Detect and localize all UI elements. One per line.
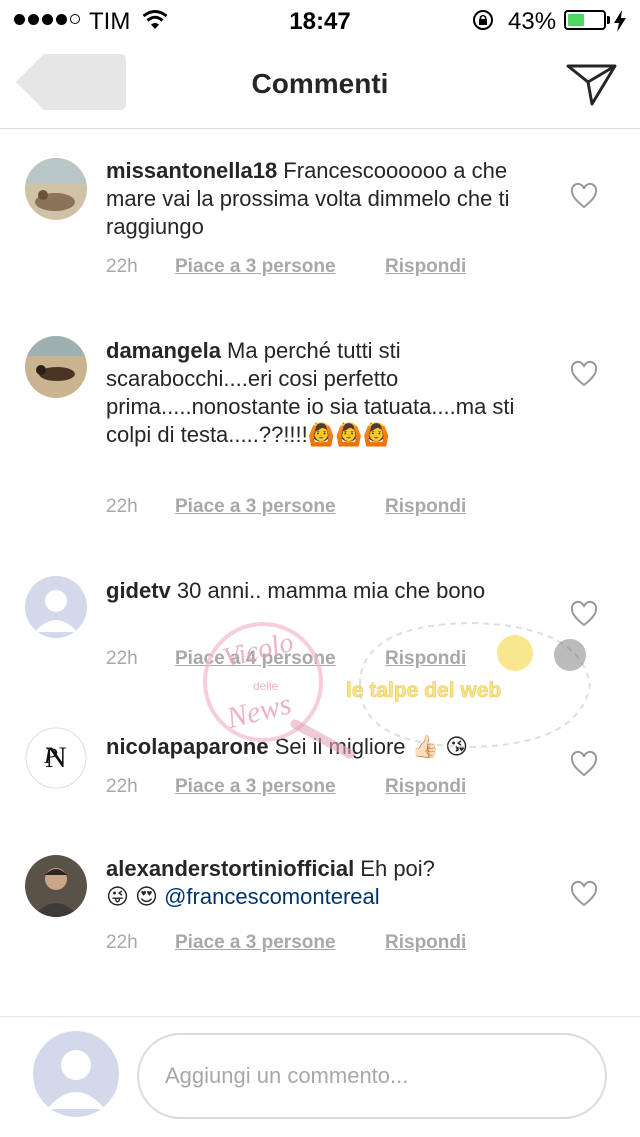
- charging-bolt-icon: [614, 10, 626, 32]
- avatar[interactable]: [25, 158, 87, 220]
- avatar[interactable]: [25, 855, 87, 917]
- comment-body: Eh poi?: [354, 856, 435, 881]
- comment-text: damangela Ma perché tutti sti scarabocch…: [106, 337, 536, 449]
- comment-input[interactable]: [163, 1035, 587, 1117]
- heart-icon[interactable]: [570, 751, 598, 777]
- user-avatar: [33, 1031, 119, 1117]
- reply-button[interactable]: Rispondi: [385, 648, 466, 670]
- comment-likes-link[interactable]: Piace a 4 persone: [175, 648, 385, 670]
- comment-body: 30 anni.. mamma mia che bono: [170, 578, 486, 603]
- heart-icon[interactable]: [570, 601, 598, 627]
- comment-time: 22h: [106, 256, 138, 277]
- comment-item: damangela Ma perché tutti sti scarabocch…: [0, 335, 640, 535]
- watermark-text-right: le talpe del web: [346, 679, 501, 702]
- comment-emoji: 😜 😍: [106, 884, 165, 909]
- comment-item: gidetv 30 anni.. mamma mia che bono 22h …: [0, 575, 640, 675]
- reply-button[interactable]: Rispondi: [385, 256, 466, 278]
- comment-time: 22h: [106, 932, 138, 953]
- comment-meta: 22h Piace a 3 persone Rispondi: [106, 776, 466, 798]
- comment-username[interactable]: alexanderstortiniofficial: [106, 856, 354, 881]
- comment-likes-link[interactable]: Piace a 3 persone: [175, 776, 385, 798]
- comment-item: alexanderstortiniofficial Eh poi? 😜 😍 @f…: [0, 855, 640, 985]
- comment-item: N P nicolapaparone Sei il migliore 👍🏻 😘 …: [0, 727, 640, 817]
- comment-username[interactable]: damangela: [106, 338, 221, 363]
- comment-time: 22h: [106, 648, 138, 669]
- status-bar: TIM 18:47 43%: [0, 0, 640, 40]
- comment-likes-link[interactable]: Piace a 3 persone: [175, 496, 385, 518]
- avatar[interactable]: N P: [25, 727, 87, 789]
- comment-meta: 22h Piace a 3 persone Rispondi: [106, 256, 466, 278]
- heart-icon[interactable]: [570, 183, 598, 209]
- reply-button[interactable]: Rispondi: [385, 776, 466, 798]
- comment-meta: 22h Piace a 3 persone Rispondi: [106, 932, 466, 954]
- orientation-lock-icon: [473, 10, 493, 30]
- heart-icon[interactable]: [570, 881, 598, 907]
- comment-text: alexanderstortiniofficial Eh poi? 😜 😍 @f…: [106, 855, 536, 911]
- comment-item: missantonella18 Francescoooooo a che mar…: [0, 155, 640, 305]
- avatar[interactable]: [25, 576, 87, 638]
- comment-time: 22h: [106, 496, 138, 517]
- comment-username[interactable]: gidetv: [106, 578, 171, 603]
- battery-icon: [564, 10, 606, 30]
- send-icon[interactable]: [566, 62, 618, 108]
- battery-percent: 43%: [508, 8, 557, 35]
- nav-bar: Commenti: [0, 40, 640, 129]
- comment-username[interactable]: missantonella18: [106, 158, 277, 183]
- reply-button[interactable]: Rispondi: [385, 496, 466, 518]
- comment-text: missantonella18 Francescoooooo a che mar…: [106, 157, 536, 241]
- page-title: Commenti: [251, 68, 389, 99]
- comment-text: gidetv 30 anni.. mamma mia che bono: [106, 577, 536, 605]
- comment-likes-link[interactable]: Piace a 3 persone: [175, 256, 385, 278]
- battery-tip: [607, 16, 610, 24]
- comment-text: nicolapaparone Sei il migliore 👍🏻 😘: [106, 733, 536, 761]
- comment-mention-link[interactable]: @francescomontereal: [164, 884, 380, 909]
- comment-meta: 22h Piace a 4 persone Rispondi: [106, 648, 466, 670]
- comment-input-box[interactable]: [137, 1033, 607, 1119]
- heart-icon[interactable]: [570, 361, 598, 387]
- svg-text:P: P: [43, 743, 57, 768]
- avatar[interactable]: [25, 336, 87, 398]
- reply-button[interactable]: Rispondi: [385, 932, 466, 954]
- comment-composer: [0, 1016, 640, 1137]
- comment-time: 22h: [106, 776, 138, 797]
- comment-body: Sei il migliore 👍🏻 😘: [268, 734, 469, 759]
- comment-username[interactable]: nicolapaparone: [106, 734, 269, 759]
- comment-likes-link[interactable]: Piace a 3 persone: [175, 932, 385, 954]
- comment-meta: 22h Piace a 3 persone Rispondi: [106, 496, 466, 518]
- watermark-text-2: delle: [253, 679, 279, 693]
